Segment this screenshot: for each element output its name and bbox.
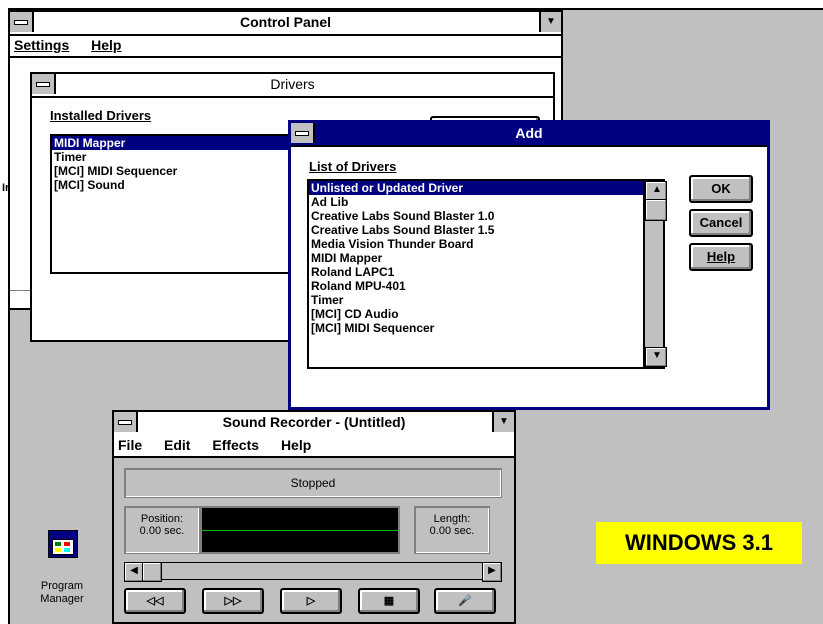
system-menu-icon[interactable] (32, 74, 56, 94)
scroll-up-arrow-icon[interactable]: ▲ (645, 181, 667, 201)
sound-recorder-titlebar[interactable]: Sound Recorder - (Untitled) ▼ (114, 412, 514, 436)
horizontal-scrollbar[interactable]: ◀ ▶ (124, 562, 502, 582)
add-dialog-titlebar[interactable]: Add (291, 123, 767, 147)
list-item[interactable]: [MCI] CD Audio (309, 307, 663, 321)
position-label: Position: (140, 513, 184, 525)
control-panel-title: Control Panel (239, 14, 331, 30)
list-item[interactable]: MIDI Mapper (309, 251, 663, 265)
windows-version-banner: WINDOWS 3.1 (596, 522, 802, 564)
play-icon: ▷ (306, 595, 316, 607)
scroll-thumb[interactable] (645, 199, 667, 221)
program-manager-icon (48, 530, 78, 558)
waveform-line (202, 530, 398, 531)
menu-effects[interactable]: Effects (212, 437, 259, 453)
scroll-down-arrow-icon[interactable]: ▼ (645, 347, 667, 367)
menu-file[interactable]: File (118, 437, 142, 453)
position-panel: Position: 0.00 sec. (124, 506, 200, 554)
minimize-icon[interactable]: ▼ (492, 412, 514, 432)
list-item[interactable]: Ad Lib (309, 195, 663, 209)
control-panel-menubar: Settings Help (10, 34, 561, 58)
program-manager-label: Program Manager (40, 580, 84, 605)
length-label: Length: (433, 513, 471, 525)
length-value: 0.00 sec. (429, 525, 475, 537)
length-panel: Length: 0.00 sec. (414, 506, 490, 554)
system-menu-icon[interactable] (114, 412, 138, 432)
system-menu-icon[interactable] (10, 12, 34, 32)
list-item[interactable]: Creative Labs Sound Blaster 1.5 (309, 223, 663, 237)
list-item[interactable]: Roland LAPC1 (309, 265, 663, 279)
sound-recorder-title: Sound Recorder - (Untitled) (222, 414, 406, 430)
control-panel-icon-fragment (10, 290, 30, 310)
installed-drivers-label: Installed Drivers (50, 108, 152, 123)
position-value: 0.00 sec. (139, 525, 185, 537)
vertical-scrollbar[interactable]: ▲ ▼ (643, 181, 667, 367)
control-panel-titlebar[interactable]: Control Panel ▼ (10, 12, 561, 36)
list-item[interactable]: Unlisted or Updated Driver (309, 181, 663, 195)
system-menu-icon[interactable] (291, 123, 315, 143)
sound-recorder-menubar: File Edit Effects Help (114, 434, 514, 458)
drivers-title: Drivers (270, 76, 315, 92)
rewind-button[interactable]: ◁◁ (124, 588, 186, 614)
add-dialog: Add List of Drivers Unlisted or Updated … (288, 120, 770, 410)
list-item[interactable]: Timer (309, 293, 663, 307)
waveform-display (200, 506, 400, 554)
ok-button[interactable]: OK (689, 175, 753, 203)
fast-forward-button[interactable]: ▷▷ (202, 588, 264, 614)
menu-edit[interactable]: Edit (164, 437, 190, 453)
list-item[interactable]: [MCI] MIDI Sequencer (309, 321, 663, 335)
stop-icon: ▦ (383, 595, 395, 607)
minimize-icon[interactable]: ▼ (539, 12, 561, 32)
menu-settings[interactable]: Settings (14, 37, 69, 53)
partial-label: Ir (2, 182, 10, 194)
menu-help[interactable]: Help (91, 37, 121, 53)
drivers-titlebar[interactable]: Drivers (32, 74, 553, 98)
cancel-button[interactable]: Cancel (689, 209, 753, 237)
list-item[interactable]: Media Vision Thunder Board (309, 237, 663, 251)
program-manager-desktop-icon[interactable]: Program Manager (22, 528, 102, 620)
help-button[interactable]: Help (689, 243, 753, 271)
sound-recorder-window: Sound Recorder - (Untitled) ▼ File Edit … (112, 410, 516, 624)
control-panel-body (10, 58, 30, 308)
list-item[interactable]: Creative Labs Sound Blaster 1.0 (309, 209, 663, 223)
record-button[interactable]: 🎤 (434, 588, 496, 614)
menu-help[interactable]: Help (281, 437, 311, 453)
stop-button[interactable]: ▦ (358, 588, 420, 614)
play-button[interactable]: ▷ (280, 588, 342, 614)
status-panel: Stopped (124, 468, 502, 498)
list-of-drivers-label: List of Drivers (309, 159, 397, 174)
scroll-right-arrow-icon[interactable]: ▶ (482, 562, 502, 582)
list-item[interactable]: Roland MPU-401 (309, 279, 663, 293)
fast-forward-icon: ▷▷ (224, 595, 242, 607)
scroll-thumb[interactable] (142, 562, 162, 582)
add-dialog-title: Add (515, 125, 543, 141)
microphone-icon: 🎤 (458, 595, 472, 607)
drivers-listbox[interactable]: Unlisted or Updated Driver Ad Lib Creati… (307, 179, 667, 369)
scroll-left-arrow-icon[interactable]: ◀ (124, 562, 144, 582)
rewind-icon: ◁◁ (146, 595, 164, 607)
